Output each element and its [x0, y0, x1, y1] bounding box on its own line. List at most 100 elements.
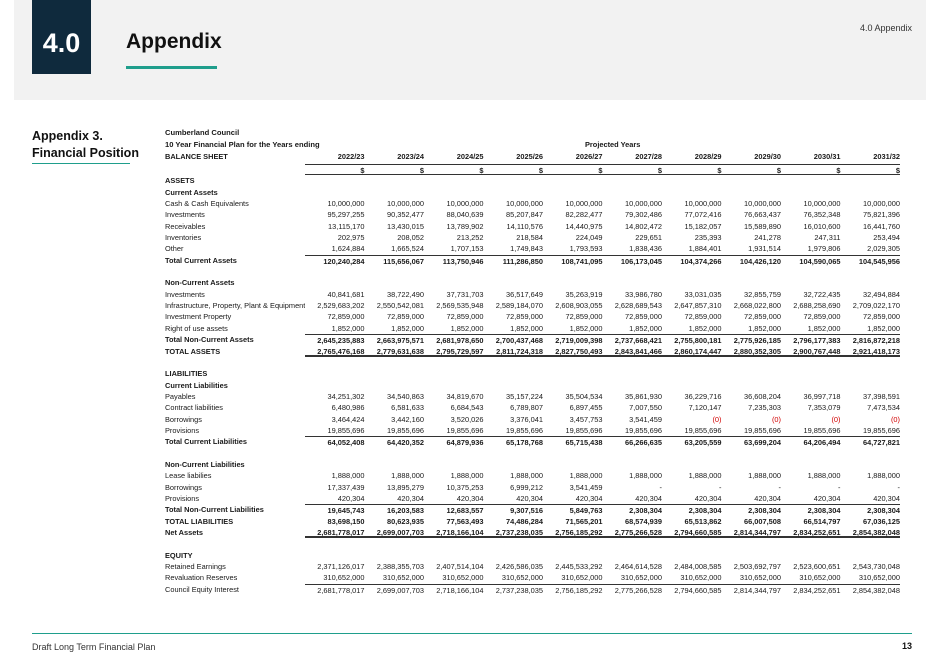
- table-cell: 63,699,204: [721, 436, 781, 447]
- currency-cell: $: [305, 164, 365, 176]
- table-cell: 3,376,041: [510, 414, 543, 424]
- table-cell: 3,464,424: [331, 414, 365, 424]
- table-cell: 3,541,459: [569, 482, 603, 492]
- table-cell: 2,681,778,017: [305, 527, 365, 539]
- section-heading-row: Current Liabilities: [165, 380, 900, 391]
- table-cell: 32,494,884: [863, 289, 900, 299]
- table-cell: 79,302,486: [625, 210, 662, 220]
- table-cell: 72,859,000: [327, 312, 365, 322]
- table-cell: 420,304: [813, 493, 841, 503]
- table-cell: 2,645,235,883: [305, 334, 365, 345]
- table-cell: 72,859,000: [625, 312, 662, 322]
- row-label: [165, 538, 305, 549]
- table-cell: 420,304: [516, 493, 543, 503]
- year-header: 2023/24: [397, 152, 424, 161]
- table-cell: 2,737,238,035: [483, 583, 543, 595]
- table-cell: 2,765,476,168: [305, 346, 365, 357]
- table-cell: 19,855,696: [803, 425, 841, 435]
- row-label: Revaluation Reserves: [165, 573, 238, 583]
- table-cell: -: [897, 482, 900, 492]
- table-cell: 77,072,416: [684, 210, 722, 220]
- section-heading-row: Current Assets: [165, 187, 900, 198]
- row-label: [165, 357, 305, 368]
- row-label: Cash & Cash Equivalents: [165, 199, 249, 209]
- table-cell: (0): [890, 414, 900, 424]
- table-cell: 2,529,683,202: [317, 301, 365, 311]
- table-cell: 2,756,185,292: [543, 527, 603, 539]
- table-cell: 310,652,000: [442, 573, 484, 583]
- table-cell: 7,353,079: [807, 403, 841, 413]
- table-cell: 2,827,750,493: [543, 346, 603, 357]
- plan-title: 10 Year Financial Plan for the Years end…: [165, 140, 320, 149]
- table-cell: 120,240,284: [305, 254, 365, 266]
- table-cell: 19,855,696: [744, 425, 781, 435]
- table-cell: 65,513,862: [684, 516, 722, 526]
- table-row: Total Current Assets 120,240,284 115,656,0…: [165, 254, 900, 266]
- table-cell: 76,352,348: [803, 210, 841, 220]
- table-cell: 2,388,355,703: [376, 562, 424, 572]
- table-cell: 2,699,007,703: [364, 527, 424, 539]
- table-cell: 1,888,000: [807, 471, 841, 481]
- table-row: Lease liabilies 1,888,000 1,888,000 1,888,0…: [165, 470, 900, 481]
- table-cell: 2,737,238,035: [483, 527, 543, 539]
- table-cell: 1,852,000: [569, 323, 603, 333]
- header-section-label: 4.0 Appendix: [859, 23, 912, 33]
- table-cell: 2,860,174,447: [662, 346, 722, 357]
- table-cell: 2,880,352,305: [721, 346, 781, 357]
- table-row: Inventories 202,975 208,052 213,252 218,584 2…: [165, 232, 900, 243]
- table-cell: 12,683,557: [424, 504, 484, 515]
- year-header: 2028/29: [694, 152, 722, 161]
- table-cell: 66,007,508: [744, 516, 781, 526]
- table-row: TOTAL ASSETS 2,765,476,168 2,779,631,638 2,…: [165, 346, 900, 357]
- table-row: Right of use assets 1,852,000 1,852,000 1,8…: [165, 323, 900, 334]
- table-cell: 2,796,177,383: [781, 334, 841, 345]
- table-cell: 247,311: [814, 233, 841, 243]
- currency-cell: $: [840, 164, 900, 176]
- table-cell: 2,794,660,585: [662, 527, 722, 539]
- table-cell: 64,052,408: [305, 436, 365, 447]
- table-cell: 1,852,000: [748, 323, 781, 333]
- section-number-badge: 4.0: [32, 0, 91, 74]
- table-cell: 15,589,890: [744, 221, 781, 231]
- table-cell: 2,779,631,638: [364, 346, 424, 357]
- table-cell: 1,888,000: [629, 471, 662, 481]
- table-cell: 310,652,000: [382, 573, 424, 583]
- table-row: Net Assets 2,681,778,017 2,699,007,703 2,71…: [165, 527, 900, 539]
- row-label: Lease liabilies: [165, 471, 212, 481]
- table-cell: 10,000,000: [803, 199, 841, 209]
- section-heading-row: LIABILITIES: [165, 368, 900, 379]
- table-cell: 16,010,600: [803, 221, 841, 231]
- table-cell: 6,789,807: [510, 403, 543, 413]
- row-label: Provisions: [165, 493, 200, 503]
- council-name: Cumberland Council: [165, 128, 240, 137]
- page-title: Appendix: [126, 30, 222, 53]
- row-label: Receivables: [165, 221, 206, 231]
- table-row: Investments 40,841,681 38,722,490 37,731,70…: [165, 289, 900, 300]
- table-cell: 420,304: [694, 493, 722, 503]
- table-cell: 34,540,863: [387, 391, 424, 401]
- table-cell: 2,699,007,703: [364, 583, 424, 595]
- table-cell: 108,741,095: [543, 254, 603, 266]
- row-label: Retained Earnings: [165, 562, 226, 572]
- table-cell: 64,206,494: [781, 436, 841, 447]
- currency-cell: $: [424, 164, 484, 176]
- row-label: Council Equity Interest: [165, 584, 239, 594]
- table-cell: 2,503,692,797: [733, 562, 781, 572]
- table-cell: 14,440,975: [565, 221, 603, 231]
- table-cell: 1,707,153: [450, 244, 484, 254]
- table-cell: 1,793,593: [569, 244, 603, 254]
- table-cell: 36,229,716: [684, 391, 722, 401]
- table-cell: 2,308,304: [721, 504, 781, 515]
- table-cell: 2,668,022,800: [733, 301, 781, 311]
- table-cell: 420,304: [575, 493, 603, 503]
- table-cell: 10,000,000: [565, 199, 603, 209]
- table-cell: 1,888,000: [391, 471, 424, 481]
- table-cell: 10,000,000: [625, 199, 662, 209]
- table-cell: -: [659, 482, 662, 492]
- table-cell: 80,623,935: [387, 516, 424, 526]
- table-cell: 6,999,212: [510, 482, 543, 492]
- section-heading-row: ASSETS: [165, 175, 900, 186]
- table-cell: 420,304: [397, 493, 424, 503]
- table-cell: 2,775,926,185: [721, 334, 781, 345]
- table-cell: 19,855,696: [506, 425, 543, 435]
